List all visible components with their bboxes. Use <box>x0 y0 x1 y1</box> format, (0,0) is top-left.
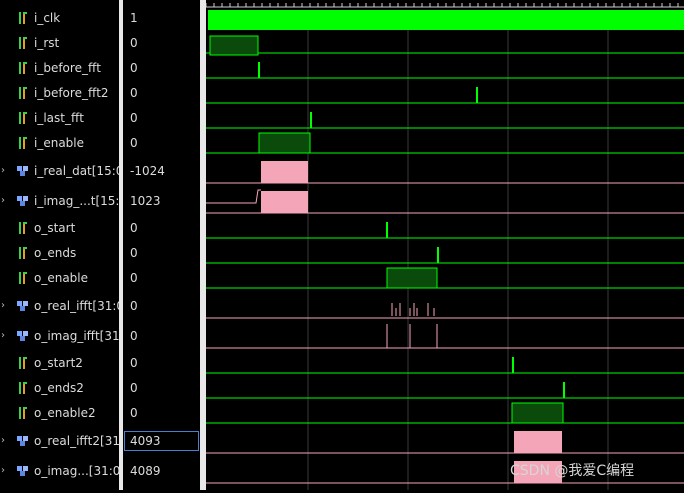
signal-row-11[interactable]: › o_real_ifft[31:0] <box>0 295 119 317</box>
reset-pulse <box>209 35 259 56</box>
bus-signal-icon <box>17 331 28 341</box>
expand-chevron-icon[interactable]: › <box>1 160 9 182</box>
bit-signal-icon <box>19 37 27 49</box>
signal-name: o_ends2 <box>34 381 84 395</box>
signal-name: i_imag_...t[15:0] <box>34 194 119 208</box>
enable-pulse <box>511 402 564 424</box>
clock-trace <box>208 10 684 30</box>
signal-name: i_rst <box>34 36 60 50</box>
signal-name: i_before_fft2 <box>34 86 109 100</box>
signal-value[interactable]: 0 <box>123 82 200 104</box>
signal-row-15[interactable]: o_enable2 <box>0 402 119 424</box>
expand-chevron-icon[interactable]: › <box>1 430 9 452</box>
bit-signal-icon <box>19 112 27 124</box>
enable-pulse <box>258 132 311 154</box>
signal-value[interactable]: 0 <box>123 32 200 54</box>
signal-row-10[interactable]: o_enable <box>0 267 119 289</box>
bit-signal-icon <box>19 222 27 234</box>
waveform-canvas[interactable] <box>205 0 684 490</box>
expand-chevron-icon[interactable]: › <box>1 325 9 347</box>
signal-name: o_imag...[31:0] <box>34 464 119 478</box>
bit-signal-icon <box>19 137 27 149</box>
signal-row-8[interactable]: o_start <box>0 217 119 239</box>
signal-value[interactable]: 1 <box>123 7 200 29</box>
signal-value-column: 1 0 0 0 0 0 -1024 1023 0 0 0 0 0 0 0 0 4093 4089 <box>123 0 200 490</box>
bus-transition <box>206 189 261 204</box>
signal-row-9[interactable]: o_ends <box>0 242 119 264</box>
signal-row-5[interactable]: i_enable <box>0 132 119 154</box>
bit-signal-icon <box>19 272 27 284</box>
waveform-area[interactable] <box>205 0 684 490</box>
signal-value[interactable]: 0 <box>123 295 200 317</box>
signal-name: i_before_fft <box>34 61 101 75</box>
bus-signal-icon <box>17 196 28 206</box>
signal-name-column: i_clk i_rst i_before_fft i_before_fft2 i_las… <box>0 0 119 490</box>
bus-signal-icon <box>17 436 28 446</box>
signal-name: o_imag_ifft[31:0] <box>34 329 119 343</box>
expand-chevron-icon[interactable]: › <box>1 295 9 317</box>
bus-data-block <box>514 431 562 453</box>
bus-signal-icon <box>17 166 28 176</box>
signal-row-3[interactable]: i_before_fft2 <box>0 82 119 104</box>
signal-value[interactable]: 0 <box>123 107 200 129</box>
bit-signal-icon <box>19 247 27 259</box>
signal-value[interactable]: 0 <box>123 217 200 239</box>
enable-pulse <box>386 267 438 289</box>
bit-signal-icon <box>19 87 27 99</box>
expand-chevron-icon[interactable]: › <box>1 190 9 212</box>
signal-value[interactable]: 4089 <box>123 460 200 482</box>
signal-row-13[interactable]: o_start2 <box>0 352 119 374</box>
signal-name: o_real_ifft2[31:0] <box>34 434 119 448</box>
signal-value[interactable]: -1024 <box>123 160 200 182</box>
signal-row-4[interactable]: i_last_fft <box>0 107 119 129</box>
signal-name: i_real_dat[15:0] <box>34 164 119 178</box>
watermark: CSDN @我爱C编程 <box>510 463 635 479</box>
bit-signal-icon <box>19 357 27 369</box>
signal-row-2[interactable]: i_before_fft <box>0 57 119 79</box>
signal-row-6[interactable]: › i_real_dat[15:0] <box>0 160 119 182</box>
signal-value[interactable]: 0 <box>123 352 200 374</box>
signal-name: o_real_ifft[31:0] <box>34 299 119 313</box>
signal-row-1[interactable]: i_rst <box>0 32 119 54</box>
bit-signal-icon <box>19 12 27 24</box>
signal-name: o_enable2 <box>34 406 96 420</box>
signal-row-14[interactable]: o_ends2 <box>0 377 119 399</box>
signal-value[interactable]: 1023 <box>123 190 200 212</box>
bus-data-block <box>261 161 308 183</box>
signal-value[interactable]: 4093 <box>123 430 200 452</box>
signal-value[interactable]: 0 <box>123 242 200 264</box>
signal-value[interactable]: 0 <box>123 267 200 289</box>
signal-row-12[interactable]: › o_imag_ifft[31:0] <box>0 325 119 347</box>
signal-name: o_start2 <box>34 356 83 370</box>
bit-signal-icon <box>19 62 27 74</box>
bit-signal-icon <box>19 407 27 419</box>
signal-name: o_ends <box>34 246 77 260</box>
signal-name: o_enable <box>34 271 89 285</box>
signal-value[interactable]: 0 <box>123 402 200 424</box>
signal-row-16[interactable]: › o_real_ifft2[31:0] <box>0 430 119 452</box>
bit-signal-icon <box>19 382 27 394</box>
signal-value[interactable]: 0 <box>123 325 200 347</box>
bus-signal-icon <box>17 301 28 311</box>
signal-row-0[interactable]: i_clk <box>0 7 119 29</box>
signal-row-17[interactable]: › o_imag...[31:0] <box>0 460 119 482</box>
expand-chevron-icon[interactable]: › <box>1 460 9 482</box>
signal-value[interactable]: 0 <box>123 132 200 154</box>
signal-name: o_start <box>34 221 76 235</box>
signal-row-7[interactable]: › i_imag_...t[15:0] <box>0 190 119 212</box>
signal-name: i_enable <box>34 136 85 150</box>
bus-data-block <box>261 191 308 213</box>
signal-name: i_clk <box>34 11 61 25</box>
signal-value[interactable]: 0 <box>123 377 200 399</box>
signal-value[interactable]: 0 <box>123 57 200 79</box>
bus-signal-icon <box>17 466 28 476</box>
signal-name: i_last_fft <box>34 111 84 125</box>
